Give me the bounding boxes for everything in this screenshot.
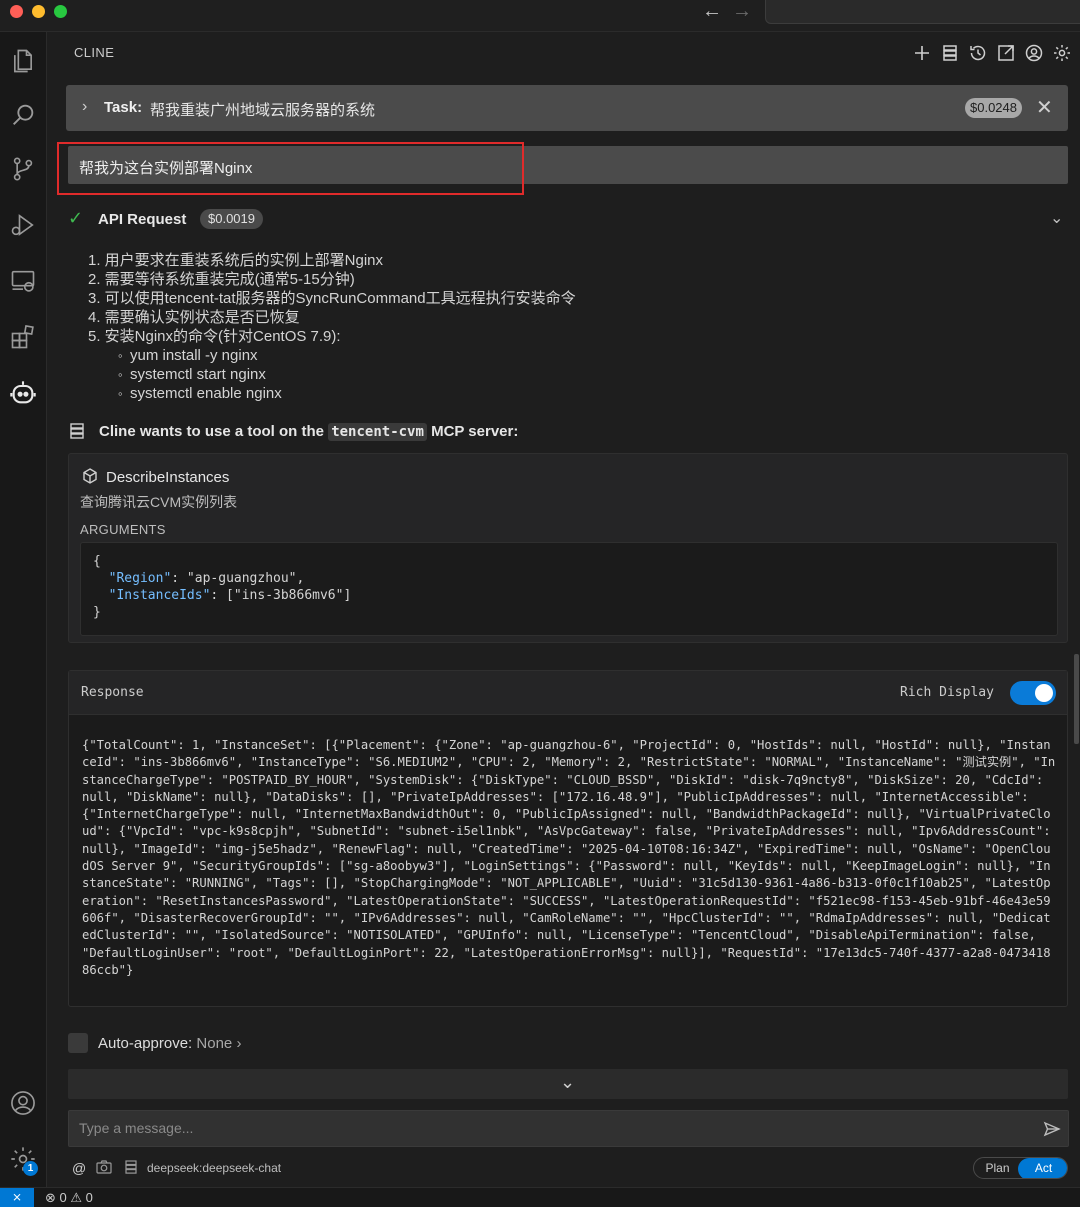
list-item: 2. 需要等待系统重装完成(通常5-15分钟) (88, 271, 355, 288)
model-selector[interactable]: deepseek:deepseek-chat (147, 1161, 281, 1175)
back-arrow-icon[interactable]: ← (702, 0, 722, 23)
title-bar: ← → (0, 0, 1080, 32)
response-card: Response Rich Display {"TotalCount": 1, … (68, 670, 1068, 1007)
account-circle-icon[interactable] (1022, 41, 1046, 65)
input-footer: @ deepseek:deepseek-chat Plan Act (68, 1157, 1070, 1179)
message-input-box (68, 1110, 1069, 1147)
panel-title: CLINE (74, 45, 115, 60)
task-header[interactable]: › Task: 帮我重装广州地域云服务器的系统 $0.0248 ✕ (66, 85, 1068, 131)
new-task-icon[interactable] (910, 41, 934, 65)
activity-bar: 1 (0, 32, 47, 1187)
sub-list-item: systemctl enable nginx (88, 384, 576, 403)
extensions-icon[interactable] (6, 320, 40, 354)
chevron-down-icon: ⌄ (560, 1072, 576, 1092)
task-text: 帮我重装广州地域云服务器的系统 (150, 102, 376, 119)
task-label: Task: (104, 99, 143, 116)
close-task-icon[interactable]: ✕ (1036, 95, 1053, 120)
server-name-chip: tencent-cvm (328, 423, 427, 441)
mention-at-icon[interactable]: @ (72, 1160, 86, 1176)
history-icon[interactable] (966, 41, 990, 65)
list-item: 1. 用户要求在重装系统后的实例上部署Nginx (88, 252, 384, 269)
send-icon[interactable] (1043, 1120, 1061, 1138)
message-input[interactable] (79, 1120, 1009, 1136)
list-item: 5. 安装Nginx的命令(针对CentOS 7.9): (88, 328, 341, 345)
popout-icon[interactable] (994, 41, 1018, 65)
chevron-right-icon[interactable]: › (82, 98, 87, 116)
scrollbar-thumb[interactable] (1074, 654, 1079, 744)
cline-panel: CLINE › Task: 帮我重装广州地域云服务器的系统 $0.0248 ✕ … (48, 32, 1080, 1187)
plan-act-switch[interactable]: Plan Act (973, 1157, 1068, 1179)
rich-display-toggle[interactable] (1010, 681, 1056, 705)
sub-list-item: systemctl start nginx (88, 365, 576, 384)
response-title: Response (81, 685, 144, 700)
minimize-window-button[interactable] (32, 5, 45, 18)
task-cost-badge: $0.0248 (965, 98, 1022, 118)
camera-icon[interactable] (96, 1160, 112, 1174)
api-request-cost-badge: $0.0019 (200, 209, 263, 229)
cline-robot-icon[interactable] (6, 376, 40, 410)
status-bar: ⨯ ⊗ 0 ⚠ 0 (0, 1187, 1080, 1207)
remote-indicator-icon[interactable]: ⨯ (0, 1188, 34, 1207)
manage-gear-icon[interactable]: 1 (6, 1142, 40, 1176)
search-icon[interactable] (6, 98, 40, 132)
command-center[interactable] (765, 0, 1080, 24)
run-debug-icon[interactable] (6, 208, 40, 242)
act-mode-button[interactable]: Act (1018, 1158, 1067, 1178)
server-icon (70, 423, 84, 439)
explorer-icon[interactable] (6, 44, 40, 78)
rich-display-label: Rich Display (900, 685, 994, 700)
arguments-json: { "Region": "ap-guangzhou", "InstanceIds… (93, 554, 352, 620)
zoom-window-button[interactable] (54, 5, 67, 18)
sub-list-item: yum install -y nginx (88, 346, 576, 365)
source-control-icon[interactable] (6, 152, 40, 186)
tool-call-card: DescribeInstances 查询腾讯云CVM实例列表 ARGUMENTS… (68, 453, 1068, 643)
arguments-code-block: { "Region": "ap-guangzhou", "InstanceIds… (80, 542, 1058, 636)
auto-approve-text: Auto-approve: None › (98, 1035, 242, 1052)
list-item: 4. 需要确认实例状态是否已恢复 (88, 309, 300, 326)
arguments-label: ARGUMENTS (80, 522, 166, 537)
auto-approve-checkbox[interactable] (68, 1033, 88, 1053)
problems-status[interactable]: ⊗ 0 ⚠ 0 (45, 1190, 93, 1206)
reasoning-steps: 1. 用户要求在重装系统后的实例上部署Nginx 2. 需要等待系统重装完成(通… (88, 251, 576, 403)
check-icon: ✓ (68, 208, 84, 228)
account-icon[interactable] (6, 1086, 40, 1120)
toggle-knob (1035, 684, 1053, 702)
highlight-annotation-box (57, 142, 524, 195)
response-header: Response Rich Display (69, 671, 1067, 715)
notification-badge: 1 (23, 1161, 38, 1176)
tool-name: DescribeInstances (106, 469, 230, 486)
close-window-button[interactable] (10, 5, 23, 18)
tool-description: 查询腾讯云CVM实例列表 (80, 494, 238, 510)
chevron-down-icon[interactable]: ⌄ (1050, 208, 1063, 228)
mcp-servers-icon[interactable] (938, 41, 962, 65)
remote-explorer-icon[interactable] (6, 264, 40, 298)
tool-request-text: Cline wants to use a tool on the tencent… (99, 423, 519, 441)
api-request-label: API Request (98, 211, 187, 228)
scroll-to-bottom-button[interactable]: ⌄ (68, 1069, 1068, 1099)
api-request-row[interactable]: ✓ API Request $0.0019 ⌄ (68, 208, 1068, 232)
plan-mode-button[interactable]: Plan (974, 1158, 1021, 1178)
panel-header: CLINE (48, 32, 1080, 74)
server-icon[interactable] (124, 1160, 138, 1174)
forward-arrow-icon[interactable]: → (732, 0, 752, 23)
list-item: 3. 可以使用tencent-tat服务器的SyncRunCommand工具远程… (88, 290, 576, 307)
cube-icon (83, 468, 97, 484)
response-body: {"TotalCount": 1, "InstanceSet": [{"Plac… (82, 738, 1058, 977)
settings-gear-icon[interactable] (1050, 41, 1074, 65)
